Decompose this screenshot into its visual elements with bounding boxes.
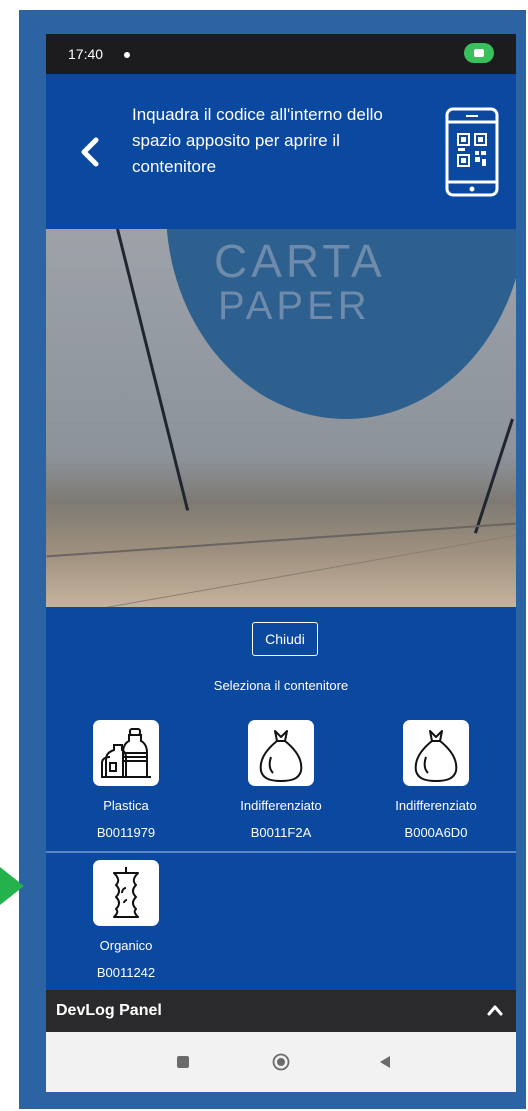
- floor-tile-line: [46, 531, 516, 607]
- status-bar: 17:40: [46, 34, 516, 74]
- arrow-marker: [0, 867, 24, 905]
- system-nav-bar: [46, 1032, 516, 1092]
- notification-dot-icon: [124, 52, 130, 58]
- container-name: Plastica: [103, 798, 149, 813]
- panel-edge: [473, 418, 514, 534]
- container-card-indifferenziato-1[interactable]: Indifferenziato B0011F2A: [211, 720, 351, 840]
- apple-core-icon: [93, 860, 159, 926]
- chevron-left-icon[interactable]: [74, 132, 104, 172]
- camera-preview[interactable]: CARTA PAPER: [46, 229, 516, 607]
- container-code: B0011F2A: [250, 825, 312, 840]
- recents-icon[interactable]: [177, 1056, 189, 1068]
- row-divider: [46, 851, 516, 853]
- floor-edge: [46, 522, 516, 558]
- container-name: Organico: [99, 938, 153, 953]
- container-card-indifferenziato-2[interactable]: Indifferenziato B000A6D0: [366, 720, 506, 840]
- plastic-bottles-icon: [93, 720, 159, 786]
- container-code: B0011979: [96, 825, 156, 840]
- home-icon[interactable]: [272, 1053, 290, 1071]
- container-card-organico[interactable]: Organico B0011242: [56, 860, 196, 980]
- header: Inquadra il codice all'interno dello spa…: [46, 74, 516, 229]
- instruction-text: Inquadra il codice all'interno dello spa…: [132, 105, 383, 176]
- select-container-label: Seleziona il contenitore: [213, 678, 349, 693]
- close-button[interactable]: Chiudi: [252, 622, 318, 656]
- container-code: B0011242: [96, 965, 156, 980]
- container-card-plastica[interactable]: Plastica B0011979: [56, 720, 196, 840]
- sign-text-paper: PAPER: [218, 284, 371, 328]
- trash-bag-icon: [248, 720, 314, 786]
- camera-active-icon: [464, 43, 494, 63]
- back-triangle-icon[interactable]: [379, 1055, 391, 1069]
- devlog-title: DevLog Panel: [56, 1002, 162, 1019]
- chevron-up-icon[interactable]: [486, 1003, 504, 1017]
- container-name: Indifferenziato: [395, 798, 477, 813]
- sign-text-carta: CARTA: [214, 235, 386, 287]
- trash-bag-icon: [403, 720, 469, 786]
- container-code: B000A6D0: [404, 825, 468, 840]
- container-name: Indifferenziato: [240, 798, 322, 813]
- phone-screen: 17:40 Inquadra il codice all'interno del…: [46, 34, 516, 1092]
- status-time: 17:40: [68, 46, 104, 62]
- devlog-panel[interactable]: DevLog Panel: [46, 990, 516, 1032]
- phone-qr-icon: [445, 107, 499, 197]
